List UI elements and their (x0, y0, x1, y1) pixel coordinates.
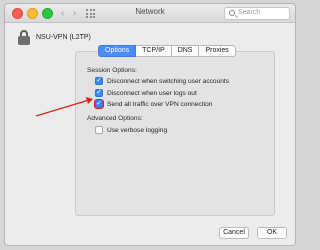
search-icon (229, 10, 235, 16)
session-options-title: Session Options: (87, 67, 137, 74)
search-field[interactable]: Search (224, 7, 290, 20)
title-bar: ‹ › Network Search (5, 4, 295, 23)
verbose-logging-checkbox[interactable]: Use verbose logging (95, 126, 167, 134)
search-placeholder: Search (238, 9, 261, 16)
cancel-button[interactable]: Cancel (219, 227, 249, 239)
option-label: Send all traffic over VPN connection (107, 100, 213, 108)
tab-dns[interactable]: DNS (171, 45, 200, 57)
tab-bar: Options TCP/IP DNS Proxies (98, 45, 236, 57)
tab-proxies[interactable]: Proxies (199, 45, 236, 57)
disconnect-logout-checkbox[interactable]: ✓ Disconnect when user logs out (95, 89, 197, 97)
send-all-traffic-checkbox[interactable]: ✓ Send all traffic over VPN connection (93, 98, 213, 110)
checkbox-box[interactable] (95, 126, 103, 134)
checkbox-box[interactable]: ✓ (95, 89, 103, 97)
advanced-options-title: Advanced Options: (87, 115, 143, 122)
checkbox-box[interactable]: ✓ (95, 77, 103, 85)
option-label: Disconnect when user logs out (107, 89, 197, 97)
option-label: Use verbose logging (107, 126, 168, 134)
ok-button[interactable]: OK (257, 227, 287, 239)
tab-options[interactable]: Options (98, 45, 137, 57)
vpn-service-name: NSU-VPN (L2TP) (36, 34, 91, 41)
disconnect-switching-checkbox[interactable]: ✓ Disconnect when switching user account… (95, 77, 229, 85)
lock-icon (17, 30, 31, 46)
network-window: ‹ › Network Search NSU-VPN (L2TP) Sessio… (4, 3, 296, 246)
options-panel: Session Options: ✓ Disconnect when switc… (75, 51, 275, 216)
tab-tcpip[interactable]: TCP/IP (136, 45, 172, 57)
checkbox-box[interactable]: ✓ (93, 98, 105, 110)
option-label: Disconnect when switching user accounts (107, 77, 230, 85)
